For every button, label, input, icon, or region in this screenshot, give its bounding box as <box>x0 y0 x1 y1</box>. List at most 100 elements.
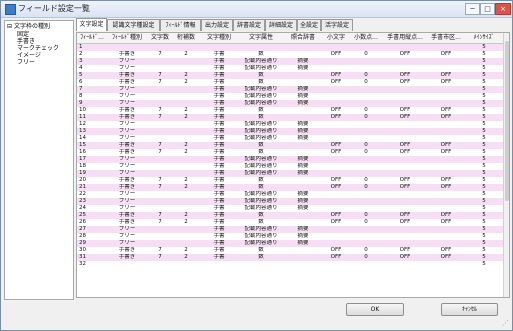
cell-handwriting-city[interactable] <box>427 65 465 72</box>
cell-handwriting-city[interactable]: OFF <box>427 51 465 58</box>
cell-lowercase[interactable]: OFF <box>323 114 349 121</box>
cell-main-size[interactable]: 5 <box>465 191 503 198</box>
cell-digit-complement[interactable]: 2 <box>173 107 199 114</box>
cell-char-attribute[interactable]: 記載内容通り <box>239 65 283 72</box>
cell-matching-dictionary[interactable]: 摘要 <box>283 135 323 142</box>
cell-lowercase[interactable]: OFF <box>323 51 349 58</box>
cell-field-type[interactable]: 手書き <box>107 142 147 149</box>
cell-field-type[interactable]: 手書き <box>107 254 147 261</box>
scrollbar-thumb[interactable] <box>505 41 509 201</box>
cell-char-attribute[interactable]: 数 <box>239 254 283 261</box>
cell-lowercase[interactable] <box>323 198 349 205</box>
cell-lowercase[interactable]: OFF <box>323 247 349 254</box>
cell-digit-complement[interactable]: 2 <box>173 212 199 219</box>
cell-lowercase[interactable] <box>323 44 349 51</box>
cell-handwriting-city[interactable] <box>427 44 465 51</box>
cell-digit-complement[interactable] <box>173 156 199 163</box>
cell-handwriting-city[interactable] <box>427 261 465 268</box>
table-row[interactable]: 14 フリー 手書 記載内容通り 摘要 5 <box>77 135 503 142</box>
cell-char-count[interactable] <box>147 58 173 65</box>
cell-field-no[interactable]: 21 <box>77 184 109 191</box>
cell-lowercase[interactable]: OFF <box>323 79 349 86</box>
cell-handwriting-vertical[interactable] <box>383 121 427 128</box>
cell-handwriting-vertical[interactable] <box>383 86 427 93</box>
cell-char-attribute[interactable]: 数 <box>239 247 283 254</box>
cell-handwriting-vertical[interactable] <box>383 65 427 72</box>
cell-lowercase[interactable] <box>323 100 349 107</box>
cell-field-no[interactable]: 23 <box>77 198 109 205</box>
cell-char-count[interactable]: 7 <box>147 177 173 184</box>
cell-matching-dictionary[interactable] <box>283 44 323 51</box>
cell-decimal-point[interactable] <box>349 261 383 268</box>
cell-digit-complement[interactable] <box>173 205 199 212</box>
cell-decimal-point[interactable]: 0 <box>349 51 383 58</box>
cell-char-type[interactable]: 手書 <box>199 149 239 156</box>
cell-handwriting-city[interactable] <box>427 58 465 65</box>
cell-field-type[interactable] <box>107 261 147 268</box>
cell-field-no[interactable]: 26 <box>77 219 109 226</box>
cell-main-size[interactable]: 5 <box>465 233 503 240</box>
cell-field-no[interactable]: 12 <box>77 121 109 128</box>
cell-main-size[interactable]: 5 <box>465 177 503 184</box>
cell-char-count[interactable]: 7 <box>147 72 173 79</box>
cell-char-type[interactable]: 手書 <box>199 121 239 128</box>
table-row[interactable]: 31 手書き 7 2 手書数 OFF 0 OFF OFF 5 <box>77 254 503 261</box>
cell-decimal-point[interactable] <box>349 44 383 51</box>
cell-field-no[interactable]: 22 <box>77 191 109 198</box>
table-row[interactable]: 16 手書き 7 2 手書数 OFF 0 OFF OFF 5 <box>77 149 503 156</box>
cell-decimal-point[interactable] <box>349 198 383 205</box>
cell-field-no[interactable]: 6 <box>77 79 109 86</box>
cell-char-count[interactable] <box>147 233 173 240</box>
cell-handwriting-vertical[interactable] <box>383 226 427 233</box>
cell-digit-complement[interactable]: 2 <box>173 142 199 149</box>
cell-decimal-point[interactable]: 0 <box>349 212 383 219</box>
cell-lowercase[interactable]: OFF <box>323 184 349 191</box>
cell-char-attribute[interactable]: 数 <box>239 72 283 79</box>
cell-char-count[interactable] <box>147 240 173 247</box>
cell-char-count[interactable]: 7 <box>147 219 173 226</box>
cell-field-no[interactable]: 13 <box>77 128 109 135</box>
cell-digit-complement[interactable] <box>173 44 199 51</box>
cell-matching-dictionary[interactable]: 摘要 <box>283 198 323 205</box>
cell-field-no[interactable]: 29 <box>77 240 109 247</box>
cell-digit-complement[interactable]: 2 <box>173 184 199 191</box>
cell-handwriting-vertical[interactable] <box>383 44 427 51</box>
cell-decimal-point[interactable]: 0 <box>349 184 383 191</box>
cell-main-size[interactable]: 5 <box>465 58 503 65</box>
cell-char-attribute[interactable]: 記載内容通り <box>239 128 283 135</box>
cell-main-size[interactable]: 5 <box>465 198 503 205</box>
cell-handwriting-vertical[interactable] <box>383 100 427 107</box>
cell-field-no[interactable]: 24 <box>77 205 109 212</box>
tab-all-settings[interactable]: 全設定 <box>297 19 321 31</box>
cell-handwriting-city[interactable] <box>427 240 465 247</box>
cell-handwriting-vertical[interactable] <box>383 261 427 268</box>
cell-main-size[interactable]: 5 <box>465 100 503 107</box>
cell-handwriting-vertical[interactable]: OFF <box>383 247 427 254</box>
cell-matching-dictionary[interactable]: 摘要 <box>283 156 323 163</box>
cell-main-size[interactable]: 5 <box>465 240 503 247</box>
tree-item-handwritten[interactable]: 手書き <box>17 38 35 45</box>
close-button[interactable]: × <box>495 3 511 15</box>
cell-char-attribute[interactable]: 記載内容通り <box>239 233 283 240</box>
cell-handwriting-city[interactable] <box>427 100 465 107</box>
cell-handwriting-city[interactable]: OFF <box>427 149 465 156</box>
cell-char-attribute[interactable]: 記載内容通り <box>239 170 283 177</box>
cell-field-no[interactable]: 14 <box>77 135 109 142</box>
resize-grip-icon[interactable]: ⋰ <box>502 319 509 327</box>
cell-field-type[interactable]: フリー <box>107 93 147 100</box>
cell-main-size[interactable]: 5 <box>465 226 503 233</box>
cell-handwriting-city[interactable]: OFF <box>427 79 465 86</box>
cell-char-type[interactable]: 手書 <box>199 247 239 254</box>
cell-char-count[interactable] <box>147 128 173 135</box>
cell-char-type[interactable]: 手書 <box>199 184 239 191</box>
cell-char-type[interactable] <box>199 44 239 51</box>
cell-digit-complement[interactable]: 2 <box>173 51 199 58</box>
cell-matching-dictionary[interactable] <box>283 79 323 86</box>
cell-digit-complement[interactable] <box>173 170 199 177</box>
cell-handwriting-city[interactable] <box>427 198 465 205</box>
cell-char-count[interactable] <box>147 100 173 107</box>
cell-handwriting-city[interactable]: OFF <box>427 107 465 114</box>
cell-field-type[interactable]: フリー <box>107 170 147 177</box>
cell-char-attribute[interactable]: 数 <box>239 107 283 114</box>
col-matching-dictionary[interactable]: 照合辞書 <box>283 33 323 43</box>
